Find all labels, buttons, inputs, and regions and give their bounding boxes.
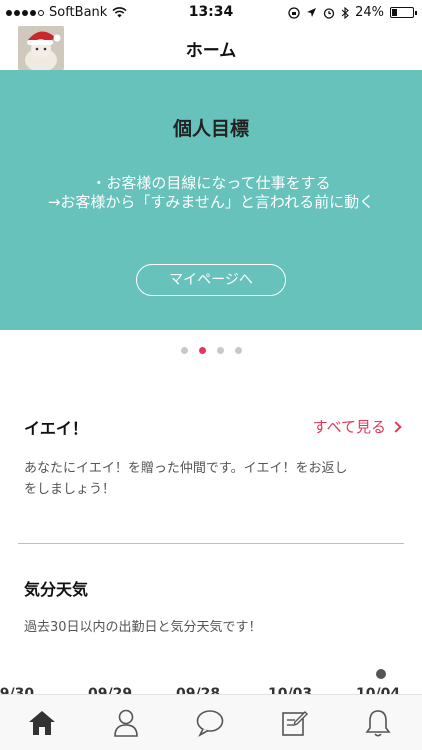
banner-text-line2: →お客様から「すみません」と言われる前に動く bbox=[47, 193, 375, 211]
chevron-right-icon bbox=[390, 420, 402, 433]
my-page-button[interactable]: マイページへ bbox=[136, 264, 286, 296]
page-dot[interactable] bbox=[198, 347, 206, 354]
page-indicator[interactable] bbox=[0, 347, 422, 354]
page-dot[interactable] bbox=[216, 347, 224, 354]
section-divider bbox=[18, 543, 404, 544]
banner-title: 個人目標 bbox=[172, 118, 249, 140]
rotation-lock-icon bbox=[288, 6, 300, 19]
page-dot[interactable] bbox=[234, 347, 242, 354]
tab-profile[interactable] bbox=[84, 695, 168, 750]
alarm-icon bbox=[323, 7, 335, 19]
yeah-description-line1: あなたにイエイ！を贈った仲間です。イエイ！をお返し bbox=[24, 461, 348, 476]
yeah-description-line2: をしましょう！ bbox=[24, 482, 116, 497]
banner-text-line1: ・お客様の目線になって仕事をする bbox=[91, 174, 331, 192]
location-icon bbox=[307, 8, 317, 17]
tab-edit[interactable] bbox=[252, 695, 336, 750]
chat-bubble-icon bbox=[196, 710, 224, 737]
tab-bar bbox=[0, 694, 422, 750]
weather-section-description: 過去30日以内の出勤日と気分天気です！ bbox=[24, 620, 262, 635]
person-icon bbox=[114, 709, 138, 737]
mood-chart-point bbox=[376, 669, 386, 679]
tab-notifications[interactable] bbox=[336, 695, 420, 750]
page-dot[interactable] bbox=[180, 347, 188, 354]
battery-percent: 24% bbox=[355, 5, 384, 20]
banner-text: ・お客様の目線になって仕事をする →お客様から「すみません」と言われる前に動く bbox=[0, 174, 422, 212]
status-bar: SoftBank 13:34 24% bbox=[0, 0, 422, 26]
goal-banner[interactable]: 個人目標 ・お客様の目線になって仕事をする →お客様から「すみません」と言われる… bbox=[0, 70, 422, 330]
home-icon bbox=[29, 711, 55, 735]
page-title: ホーム bbox=[185, 41, 237, 61]
tab-home[interactable] bbox=[0, 695, 84, 750]
see-all-link[interactable]: すべて見る bbox=[312, 416, 402, 437]
edit-note-icon bbox=[282, 711, 308, 736]
bluetooth-icon bbox=[341, 6, 349, 19]
yeah-section-title: イエイ！ bbox=[24, 419, 88, 438]
yeah-section-description: あなたにイエイ！を贈った仲間です。イエイ！をお返し をしましょう！ bbox=[24, 458, 399, 500]
battery-icon bbox=[390, 7, 417, 18]
weather-section-title: 気分天気 bbox=[24, 580, 89, 599]
bell-icon bbox=[365, 710, 391, 737]
tab-chat[interactable] bbox=[168, 695, 252, 750]
see-all-label: すべて見る bbox=[312, 418, 386, 436]
navigation-bar: ホーム bbox=[0, 26, 422, 70]
